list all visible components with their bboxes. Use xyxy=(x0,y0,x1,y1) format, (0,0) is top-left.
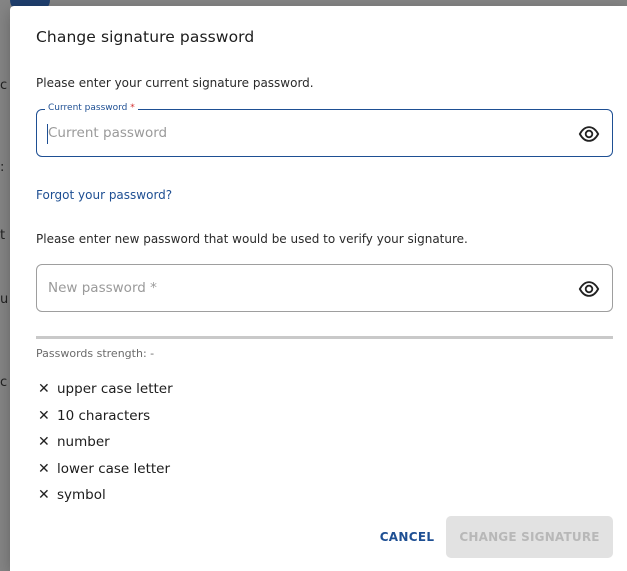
new-password-input[interactable] xyxy=(48,265,568,311)
password-requirements-list: ✕ upper case letter ✕ 10 characters ✕ nu… xyxy=(38,376,173,509)
x-icon: ✕ xyxy=(38,487,50,504)
x-icon: ✕ xyxy=(38,407,50,424)
x-icon: ✕ xyxy=(38,381,50,398)
current-password-prompt: Please enter your current signature pass… xyxy=(36,76,314,90)
change-signature-password-dialog: Change signature password Please enter y… xyxy=(10,6,627,571)
cancel-button[interactable]: CANCEL xyxy=(372,519,442,555)
current-password-field[interactable]: Current password * xyxy=(36,103,613,157)
requirement-label: number xyxy=(57,434,110,451)
change-signature-button[interactable]: CHANGE SIGNATURE xyxy=(446,516,613,558)
password-strength-label: Passwords strength: - xyxy=(36,347,155,360)
requirement-item: ✕ number xyxy=(38,429,173,456)
requirement-label: lower case letter xyxy=(57,460,171,477)
text-cursor xyxy=(47,124,48,144)
current-password-input[interactable] xyxy=(48,110,568,156)
new-password-field[interactable] xyxy=(36,264,613,312)
requirement-label: symbol xyxy=(57,487,106,504)
eye-icon[interactable] xyxy=(578,278,600,300)
requirement-label: 10 characters xyxy=(57,407,151,424)
requirement-label: upper case letter xyxy=(57,381,173,398)
x-icon: ✕ xyxy=(38,460,50,477)
x-icon: ✕ xyxy=(38,434,50,451)
new-password-prompt: Please enter new password that would be … xyxy=(36,232,468,246)
requirement-item: ✕ lower case letter xyxy=(38,456,173,483)
requirement-item: ✕ 10 characters xyxy=(38,403,173,430)
requirement-item: ✕ symbol xyxy=(38,482,173,509)
password-strength-bar xyxy=(36,336,613,339)
dialog-title: Change signature password xyxy=(36,28,255,46)
requirement-item: ✕ upper case letter xyxy=(38,376,173,403)
eye-icon[interactable] xyxy=(578,123,600,145)
forgot-password-link[interactable]: Forgot your password? xyxy=(36,188,172,202)
